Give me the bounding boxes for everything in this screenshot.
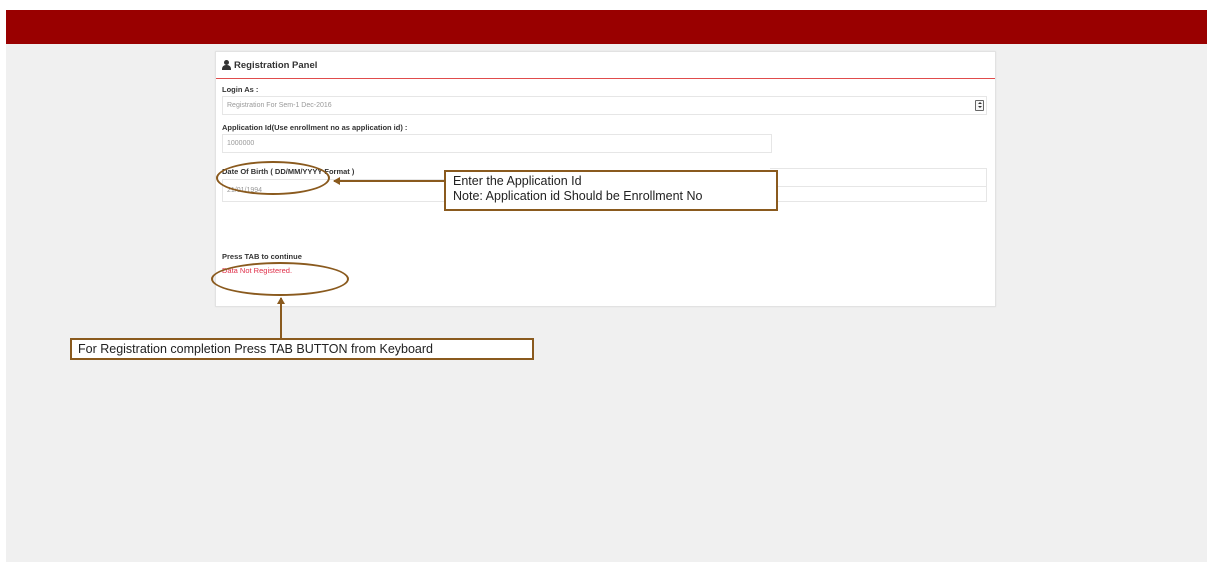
top-header-bar	[6, 10, 1207, 44]
application-id-value: 1000000	[227, 140, 255, 147]
select-arrows-icon[interactable]	[975, 100, 984, 111]
login-as-value: Registration For Sem-1 Dec-2016	[227, 102, 332, 109]
tab-callout-text: For Registration completion Press TAB BU…	[78, 342, 433, 356]
login-as-select[interactable]: Registration For Sem-1 Dec-2016	[222, 96, 987, 115]
press-tab-highlight-ellipse	[211, 262, 349, 296]
callout-line-1: Enter the Application Id	[453, 174, 582, 188]
panel-header: Registration Panel	[216, 52, 995, 79]
application-id-input-tail	[770, 168, 987, 187]
tab-button-callout: For Registration completion Press TAB BU…	[70, 338, 534, 360]
application-id-label: Application Id(Use enrollment no as appl…	[222, 123, 408, 132]
panel-title: Registration Panel	[234, 59, 318, 71]
press-tab-instruction: Press TAB to continue	[222, 252, 302, 261]
user-icon	[222, 60, 231, 70]
callout-line-2: Note: Application id Should be Enrollmen…	[453, 189, 703, 203]
application-id-highlight-ellipse	[216, 161, 330, 195]
application-id-callout: Enter the Application Id Note: Applicati…	[444, 170, 778, 211]
application-id-input[interactable]: 1000000	[222, 134, 772, 153]
login-as-label: Login As :	[222, 85, 259, 94]
